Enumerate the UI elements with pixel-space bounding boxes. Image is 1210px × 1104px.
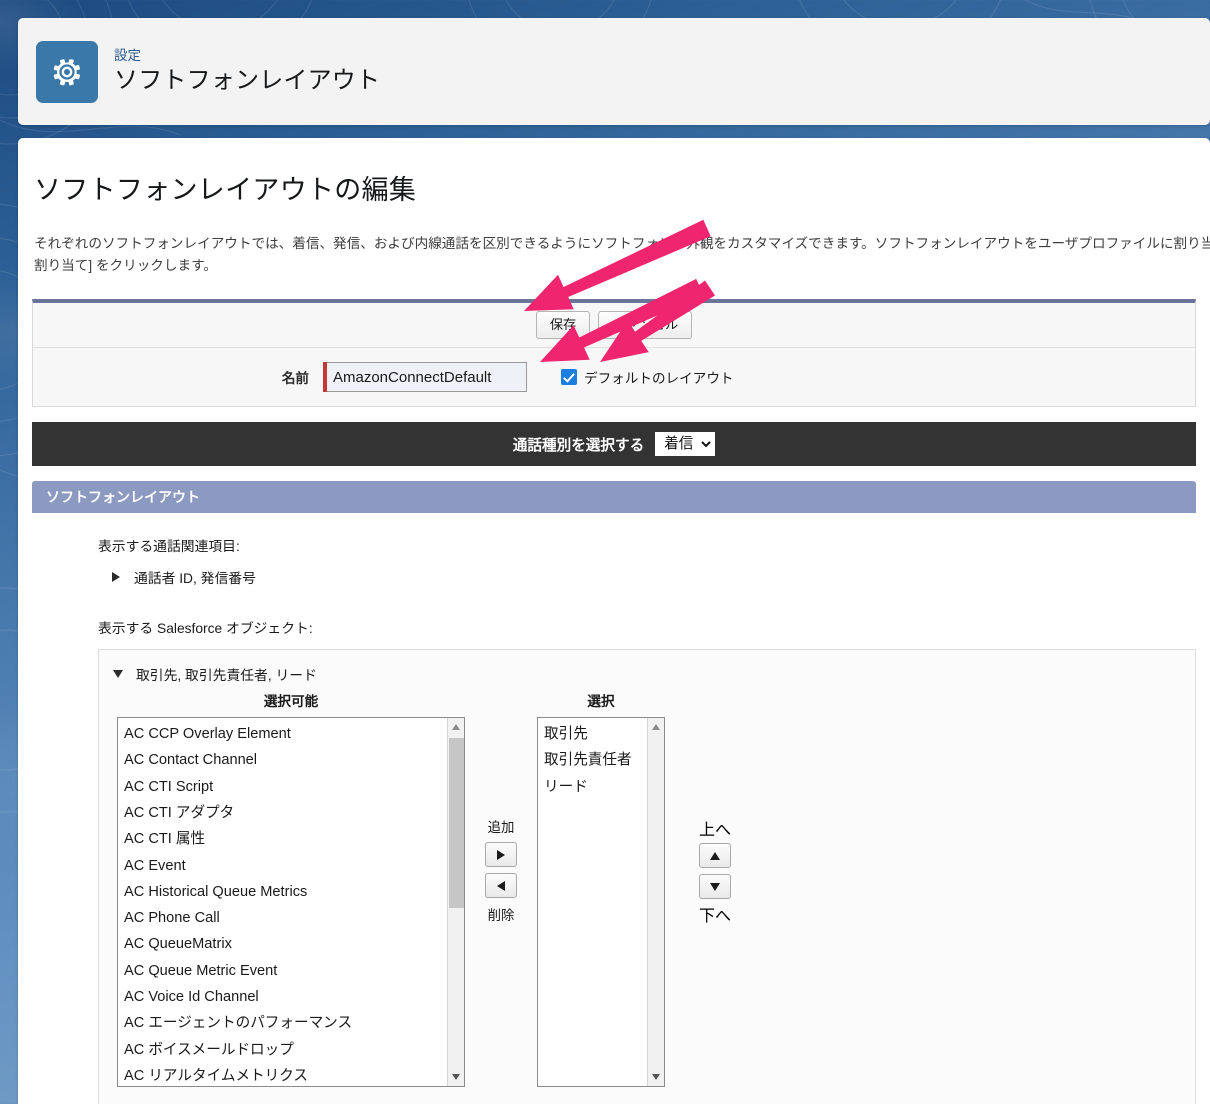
move-down-button[interactable]	[699, 874, 731, 900]
page-header: 設定 ソフトフォンレイアウト	[18, 18, 1210, 125]
scroll-down-icon[interactable]	[452, 1074, 460, 1081]
arrow-up-icon	[710, 851, 720, 860]
dual-listbox: 選択可能 AC CCP Overlay Element AC Contact Ch…	[99, 690, 1195, 1088]
list-item[interactable]: AC CCP Overlay Element	[122, 721, 464, 747]
gear-icon	[36, 40, 98, 103]
selected-listbox[interactable]: 取引先 取引先責任者 リード	[537, 717, 665, 1088]
available-listbox[interactable]: AC CCP Overlay Element AC Contact Channel…	[117, 717, 465, 1088]
available-title: 選択可能	[263, 694, 319, 710]
call-type-select[interactable]: 着信	[655, 432, 716, 457]
description-line-1: それぞれのソフトフォンレイアウトでは、着信、発信、および内線通話を区別できるよう…	[34, 236, 1210, 251]
salesforce-objects-value: 取引先, 取引先責任者, リード	[136, 668, 317, 684]
scrollbar-thumb[interactable]	[449, 738, 464, 909]
softphone-layout-section-body: 表示する通話関連項目: 通話者 ID, 発信番号 表示する Salesforce…	[32, 513, 1196, 1104]
list-item[interactable]: AC Contact Channel	[122, 747, 464, 773]
default-layout-group: デフォルトのレイアウト	[561, 367, 734, 387]
collapse-triangle-icon[interactable]	[113, 670, 123, 679]
list-item[interactable]: AC QueueMatrix	[122, 931, 464, 957]
selected-items-list[interactable]: 取引先 取引先責任者 リード	[538, 718, 664, 800]
available-scrollbar[interactable]	[447, 718, 464, 1087]
default-layout-checkbox[interactable]	[561, 369, 577, 386]
softphone-layout-section-header: ソフトフォンレイアウト	[32, 481, 1196, 514]
default-layout-label: デフォルトのレイアウト	[584, 371, 734, 387]
name-field-row: 名前 デフォルトのレイアウト	[33, 348, 1195, 407]
arrow-right-icon	[497, 849, 505, 860]
call-related-fields-row[interactable]: 通話者 ID, 発信番号	[112, 567, 1196, 587]
remove-label: 削除	[487, 908, 515, 924]
available-column: 選択可能 AC CCP Overlay Element AC Contact Ch…	[117, 690, 465, 1088]
page-description: それぞれのソフトフォンレイアウトでは、着信、発信、および内線通話を区別できるよう…	[34, 233, 1210, 277]
form-button-row: 保存 キャンセル	[33, 303, 1195, 349]
header-text-group: 設定 ソフトフォンレイアウト	[114, 48, 380, 96]
description-line-2: 割り当て] をクリックします。	[34, 258, 217, 274]
edit-form-box: 保存 キャンセル 名前 デフォルトのレイアウト	[32, 299, 1196, 408]
call-related-fields-value: 通話者 ID, 発信番号	[134, 571, 256, 587]
arrow-down-icon	[710, 882, 720, 891]
page-title: ソフトフォンレイアウト	[114, 66, 381, 94]
selected-column: 選択 取引先 取引先責任者 リード	[537, 690, 665, 1088]
scroll-up-icon[interactable]	[452, 724, 460, 731]
list-item[interactable]: AC エージェントのパフォーマンス	[122, 1010, 464, 1036]
list-item[interactable]: AC Event	[122, 853, 464, 879]
list-item[interactable]: AC Queue Metric Event	[122, 958, 464, 984]
salesforce-objects-row[interactable]: 取引先, 取引先責任者, リード	[113, 664, 1195, 684]
list-item[interactable]: AC CTI Script	[122, 774, 464, 800]
salesforce-objects-label: 表示する Salesforce オブジェクト:	[98, 621, 313, 637]
call-related-fields-label: 表示する通話関連項目:	[98, 539, 240, 555]
remove-button[interactable]	[485, 873, 517, 899]
available-items-list[interactable]: AC CCP Overlay Element AC Contact Channel…	[118, 718, 464, 1086]
arrow-left-icon	[497, 880, 505, 891]
selected-title: 選択	[587, 694, 615, 710]
scroll-up-icon[interactable]	[652, 724, 660, 731]
move-down-label: 下へ	[698, 908, 731, 926]
name-field-label: 名前	[281, 371, 309, 387]
section-band-label: ソフトフォンレイアウト	[46, 489, 200, 506]
move-up-label: 上へ	[698, 822, 731, 840]
move-up-button[interactable]	[699, 843, 731, 869]
list-item[interactable]: AC CTI 属性	[122, 826, 464, 852]
main-content-panel: ソフトフォンレイアウトの編集 それぞれのソフトフォンレイアウトでは、着信、発信、…	[18, 138, 1210, 1104]
scroll-down-icon[interactable]	[652, 1074, 660, 1081]
cancel-button[interactable]: キャンセル	[598, 311, 693, 339]
breadcrumb-setup[interactable]: 設定	[114, 48, 380, 65]
list-item[interactable]: 取引先	[542, 721, 664, 747]
call-type-bar: 通話種別を選択する 着信	[32, 422, 1196, 467]
expand-triangle-icon[interactable]	[112, 572, 120, 583]
transfer-buttons: 追加 削除	[465, 690, 537, 924]
selected-scrollbar[interactable]	[647, 718, 664, 1087]
save-button[interactable]: 保存	[535, 311, 591, 339]
app-root: 設定 ソフトフォンレイアウト ソフトフォンレイアウトの編集 それぞれのソフトフォ…	[0, 0, 1210, 1104]
call-type-label: 通話種別を選択する	[512, 437, 645, 454]
list-item[interactable]: 取引先責任者	[542, 747, 664, 773]
list-item[interactable]: AC Phone Call	[122, 905, 464, 931]
add-label: 追加	[487, 820, 515, 836]
list-item[interactable]: AC Voice Id Channel	[122, 984, 464, 1010]
reorder-buttons: 上へ 下へ	[679, 690, 751, 926]
name-input-wrapper	[323, 362, 527, 393]
edit-page-title: ソフトフォンレイアウトの編集	[34, 175, 417, 205]
list-item[interactable]: AC CTI アダプタ	[122, 800, 464, 826]
name-input[interactable]	[327, 362, 527, 393]
list-item[interactable]: リード	[542, 774, 664, 800]
add-button[interactable]	[485, 842, 517, 868]
list-item[interactable]: AC Historical Queue Metrics	[122, 879, 464, 905]
list-item[interactable]: AC リアルタイムメトリクス	[122, 1063, 464, 1086]
list-item[interactable]: AC ボイスメールドロップ	[122, 1037, 464, 1063]
salesforce-objects-box: 取引先, 取引先責任者, リード 選択可能 AC CCP Overlay Ele…	[98, 649, 1196, 1104]
